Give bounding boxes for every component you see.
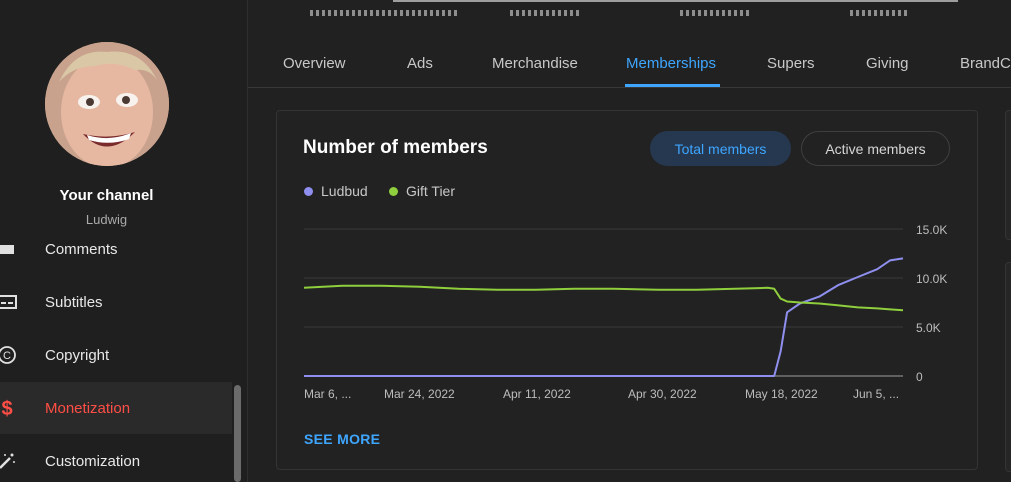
see-more-link[interactable]: SEE MORE <box>304 431 380 447</box>
y-tick-label: 15.0K <box>916 223 947 237</box>
y-tick-label: 10.0K <box>916 272 947 286</box>
y-tick-label: 5.0K <box>916 321 941 335</box>
x-tick-label: Mar 24, 2022 <box>384 387 455 401</box>
x-tick-label: Jun 5, ... <box>853 387 899 401</box>
x-tick-label: Apr 11, 2022 <box>503 387 571 401</box>
x-tick-label: Apr 30, 2022 <box>628 387 697 401</box>
x-tick-label: Mar 6, ... <box>304 387 351 401</box>
series-line-ludbud <box>304 257 904 377</box>
x-tick-label: May 18, 2022 <box>745 387 818 401</box>
y-tick-label: 0 <box>916 370 923 384</box>
members-line-chart[interactable]: 15.0K 10.0K 5.0K 0 Mar 6, ... Mar 24, 2022 Apr… <box>0 0 1011 482</box>
